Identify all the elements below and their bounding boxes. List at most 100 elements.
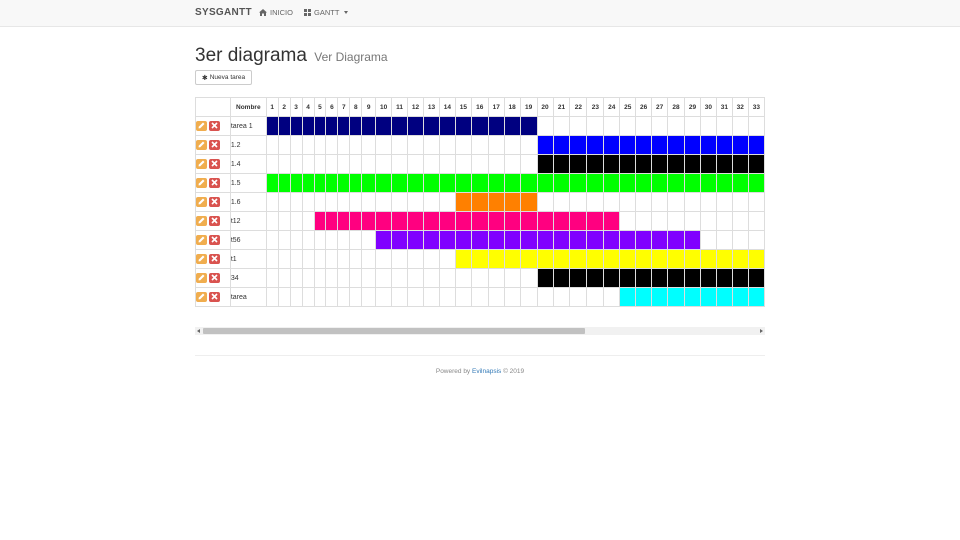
day-cell (375, 249, 393, 269)
nav-gantt-dropdown[interactable]: GANTT (304, 8, 349, 17)
nav-home[interactable]: INICIO (259, 8, 293, 17)
edit-task-button[interactable] (196, 196, 207, 207)
new-task-button[interactable]: ✱ Nueva tarea (195, 70, 252, 85)
task-row: t56 (195, 230, 765, 250)
task-actions (195, 154, 231, 174)
scroll-right-icon[interactable] (760, 329, 763, 333)
task-bar-cell (470, 249, 489, 269)
edit-task-button[interactable] (196, 139, 207, 150)
day-header: 33 (747, 97, 765, 117)
day-header: 26 (635, 97, 653, 117)
task-bar-cell (684, 135, 701, 155)
delete-task-button[interactable] (209, 177, 220, 188)
task-bar-cell (536, 249, 554, 269)
delete-task-button[interactable] (209, 139, 220, 150)
footer-link[interactable]: Evilnapsis (472, 368, 501, 375)
day-cell (470, 154, 489, 174)
edit-task-button[interactable] (196, 272, 207, 283)
edit-task-button[interactable] (196, 215, 207, 226)
scroll-left-icon[interactable] (197, 329, 200, 333)
delete-task-button[interactable] (209, 272, 220, 283)
day-cell (438, 249, 456, 269)
day-header: 32 (731, 97, 749, 117)
day-cell (265, 268, 279, 288)
pencil-icon (198, 122, 205, 129)
edit-task-button[interactable] (196, 291, 207, 302)
day-cell (423, 287, 440, 307)
day-cell (313, 268, 327, 288)
gantt-scroll-area[interactable]: Nombre 1 2 3 4 5 6 7 8 9 10 11 12 13 14 15 16 17 18 19 20 21… (195, 97, 765, 321)
day-header: 14 (438, 97, 456, 117)
task-bar-cell (715, 135, 733, 155)
day-cell (454, 268, 472, 288)
actions-header (195, 97, 231, 117)
day-cell (747, 192, 765, 212)
delete-task-button[interactable] (209, 120, 220, 131)
task-bar-cell (470, 173, 489, 193)
edit-task-button[interactable] (196, 234, 207, 245)
task-bar-cell (552, 173, 571, 193)
day-cell (731, 192, 749, 212)
day-cell (361, 268, 377, 288)
day-header: 1 (265, 97, 279, 117)
delete-task-button[interactable] (209, 196, 220, 207)
day-cell (325, 154, 339, 174)
task-bar-cell (454, 192, 472, 212)
delete-task-button[interactable] (209, 158, 220, 169)
day-cell (503, 268, 521, 288)
day-cell (407, 192, 424, 212)
task-bar-cell (684, 287, 701, 307)
task-bar-cell (731, 154, 749, 174)
horizontal-scrollbar[interactable] (195, 327, 765, 335)
day-header: 29 (684, 97, 701, 117)
task-bar-cell (265, 173, 279, 193)
day-cell (349, 268, 363, 288)
task-bar-cell (454, 116, 472, 136)
day-cell (699, 116, 717, 136)
task-bar-cell (684, 230, 701, 250)
day-cell (715, 116, 733, 136)
edit-task-button[interactable] (196, 253, 207, 264)
task-bar-cell (325, 173, 339, 193)
delete-task-button[interactable] (209, 291, 220, 302)
day-cell (361, 249, 377, 269)
task-bar-cell (603, 211, 621, 231)
task-bar-cell (519, 230, 538, 250)
day-cell (586, 287, 605, 307)
delete-task-button[interactable] (209, 215, 220, 226)
day-cell (391, 154, 409, 174)
delete-task-button[interactable] (209, 253, 220, 264)
edit-task-button[interactable] (196, 120, 207, 131)
task-bar-cell (747, 173, 765, 193)
scrollbar-thumb[interactable] (203, 328, 585, 334)
day-cell (503, 154, 521, 174)
task-bar-cell (635, 135, 653, 155)
brand-logo[interactable]: SYSGANTT (195, 7, 252, 18)
task-row: t1 (195, 249, 765, 269)
task-bar-cell (603, 230, 621, 250)
task-bar-cell (603, 268, 621, 288)
task-bar-cell (301, 116, 315, 136)
close-icon (211, 274, 218, 281)
nav-home-label: INICIO (270, 8, 293, 17)
delete-task-button[interactable] (209, 234, 220, 245)
day-cell (569, 192, 588, 212)
task-row: 1.2 (195, 135, 765, 155)
day-cell (586, 192, 605, 212)
day-cell (519, 268, 538, 288)
edit-task-button[interactable] (196, 177, 207, 188)
day-cell (438, 192, 456, 212)
task-bar-cell (651, 287, 669, 307)
day-header: 21 (552, 97, 571, 117)
close-icon (211, 236, 218, 243)
day-cell (349, 192, 363, 212)
day-cell (277, 192, 291, 212)
page-title-text: 3er diagrama (195, 45, 307, 66)
task-bar-cell (619, 154, 637, 174)
edit-task-button[interactable] (196, 158, 207, 169)
day-cell (301, 287, 315, 307)
day-cell (391, 192, 409, 212)
day-cell (454, 135, 472, 155)
day-cell (349, 135, 363, 155)
day-cell (470, 287, 489, 307)
